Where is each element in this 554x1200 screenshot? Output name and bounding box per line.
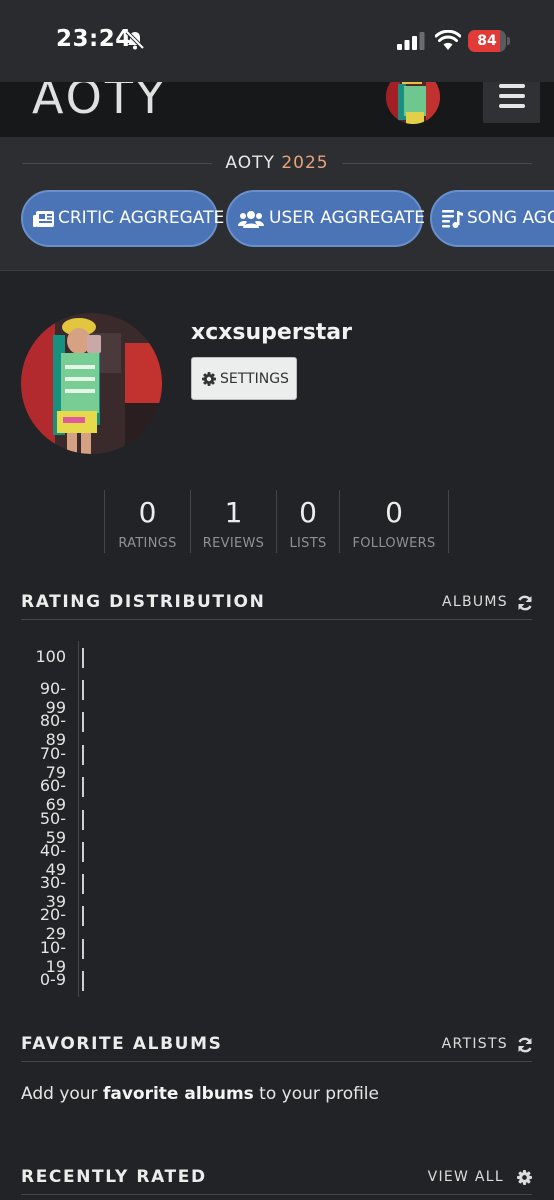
aggregate-year: 2025 (281, 153, 329, 173)
distribution-bar (82, 906, 84, 926)
view-all-link[interactable]: VIEW ALL (428, 1169, 504, 1185)
refresh-icon[interactable] (517, 1037, 533, 1053)
distribution-bar (82, 842, 84, 862)
stat-value: 0 (299, 496, 317, 529)
stat-label: REVIEWS (202, 536, 265, 551)
distribution-row[interactable]: 40-49 (21, 835, 91, 879)
stat-value: 0 (138, 496, 157, 529)
avatar-photo (21, 313, 162, 454)
status-bar: 23:24 84 (0, 0, 554, 82)
section-title: FAVORITE ALBUMS (21, 1034, 223, 1054)
header-avatar[interactable] (386, 82, 440, 124)
distribution-bar (82, 680, 84, 700)
user-aggregate-label: USER AGGREGATE (269, 208, 426, 228)
distribution-bar (82, 777, 84, 797)
gear-icon (202, 372, 216, 386)
favorite-albums-empty-message: Add your favorite albums to your profile (21, 1084, 379, 1104)
critic-aggregate-label: CRITIC AGGREGATE (58, 208, 225, 228)
distribution-row[interactable]: 10-19 (21, 932, 91, 976)
albums-toggle[interactable]: ALBUMS (442, 594, 508, 610)
distribution-row[interactable]: 0-9 (21, 964, 91, 996)
distribution-row[interactable]: 60-69 (21, 770, 91, 814)
favorite-albums-header: FAVORITE ALBUMS ARTISTS (21, 1032, 532, 1062)
stat-reviews[interactable]: 1 REVIEWS (190, 490, 276, 553)
distribution-bar (82, 971, 84, 991)
music-list-icon (442, 210, 463, 228)
settings-label: SETTINGS (220, 371, 289, 387)
distribution-bar (82, 874, 84, 894)
site-header: AOTY (0, 82, 554, 137)
battery-percentage: 84 (477, 33, 497, 49)
avatar-photo (386, 82, 440, 124)
distribution-bar (82, 745, 84, 765)
stat-label: FOLLOWERS (352, 536, 436, 551)
distribution-row[interactable]: 80-89 (21, 705, 91, 749)
artists-toggle[interactable]: ARTISTS (442, 1036, 508, 1052)
favorite-albums-link[interactable]: favorite albums (103, 1084, 254, 1104)
refresh-icon[interactable] (517, 595, 533, 611)
aggregate-heading: AOTY 2025 (22, 151, 532, 177)
settings-button[interactable]: SETTINGS (191, 357, 297, 400)
section-title: RATING DISTRIBUTION (21, 592, 266, 612)
profile-page: 23:24 84 AOTY AOTY 2025 CRITIC AGGREGATE… (0, 0, 554, 1200)
newspaper-icon (33, 211, 54, 227)
song-aggregate-label: SONG AGGREGATE (467, 208, 554, 228)
hamburger-menu-button[interactable] (483, 82, 540, 123)
section-title: RECENTLY RATED (21, 1167, 207, 1187)
bell-muted-icon (125, 30, 145, 50)
site-logo[interactable]: AOTY (32, 82, 167, 124)
distribution-bucket-label: 100 (35, 647, 66, 666)
distribution-row[interactable]: 20-29 (21, 899, 91, 943)
stat-ratings[interactable]: 0 RATINGS (104, 490, 190, 553)
song-aggregate-button[interactable]: SONG AGGREGATE (430, 190, 554, 247)
users-icon (238, 211, 264, 228)
stat-followers[interactable]: 0 FOLLOWERS (339, 490, 449, 553)
aggregate-title: AOTY (225, 153, 275, 173)
critic-aggregate-button[interactable]: CRITIC AGGREGATE (21, 190, 224, 247)
status-time: 23:24 (56, 26, 132, 52)
distribution-bar (82, 648, 84, 668)
distribution-row[interactable]: 70-79 (21, 738, 91, 782)
gear-icon[interactable] (517, 1170, 532, 1185)
user-aggregate-button[interactable]: USER AGGREGATE (226, 190, 426, 247)
distribution-bar (82, 712, 84, 732)
distribution-row[interactable]: 100 (21, 641, 91, 673)
distribution-bucket-label: 0-9 (39, 970, 66, 989)
profile-username: xcxsuperstar (191, 320, 353, 345)
cellular-signal-icon (397, 32, 425, 50)
stat-value: 0 (385, 496, 403, 529)
distribution-bar (82, 939, 84, 959)
stat-label: LISTS (289, 536, 327, 551)
wifi-icon (435, 30, 461, 50)
distribution-row[interactable]: 30-39 (21, 867, 91, 911)
stat-value: 1 (224, 496, 243, 529)
battery-indicator: 84 (468, 30, 510, 52)
distribution-row[interactable]: 90-99 (21, 673, 91, 717)
stat-label: RATINGS (118, 536, 177, 551)
profile-avatar[interactable] (21, 313, 162, 454)
distribution-bar (82, 810, 84, 830)
rating-distribution-header: RATING DISTRIBUTION ALBUMS (21, 590, 532, 620)
aggregate-strip: AOTY 2025 CRITIC AGGREGATE USER AGGREGAT… (0, 137, 554, 271)
distribution-row[interactable]: 50-59 (21, 803, 91, 847)
recently-rated-header: RECENTLY RATED VIEW ALL (21, 1165, 532, 1195)
stat-lists[interactable]: 0 LISTS (276, 490, 339, 553)
